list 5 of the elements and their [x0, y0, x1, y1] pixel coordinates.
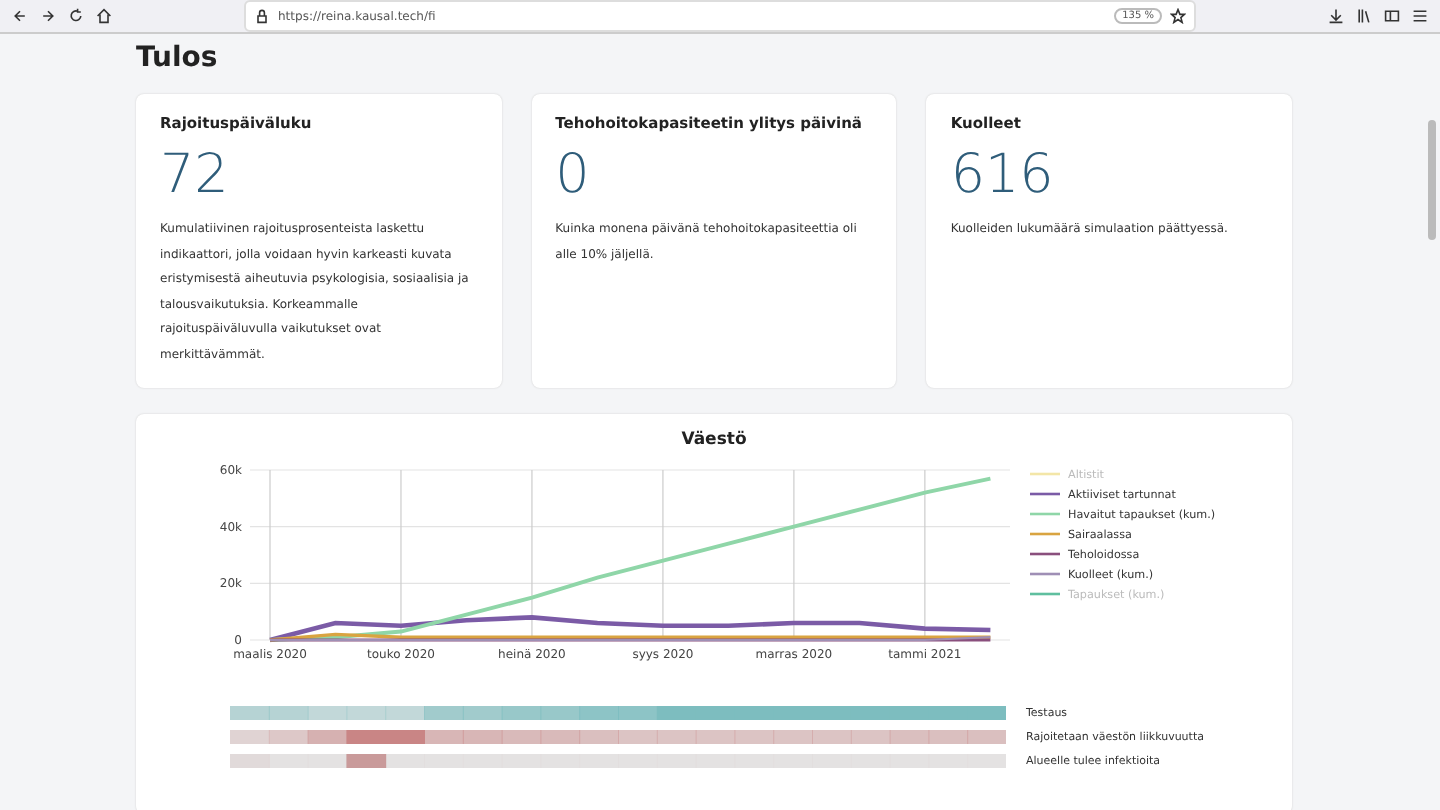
page-heading: Tulos	[136, 42, 220, 74]
card-value: 72	[160, 144, 231, 206]
card-value: 0	[555, 144, 592, 206]
card-value: 616	[950, 144, 1056, 206]
chart-title: Väestö	[679, 430, 749, 450]
